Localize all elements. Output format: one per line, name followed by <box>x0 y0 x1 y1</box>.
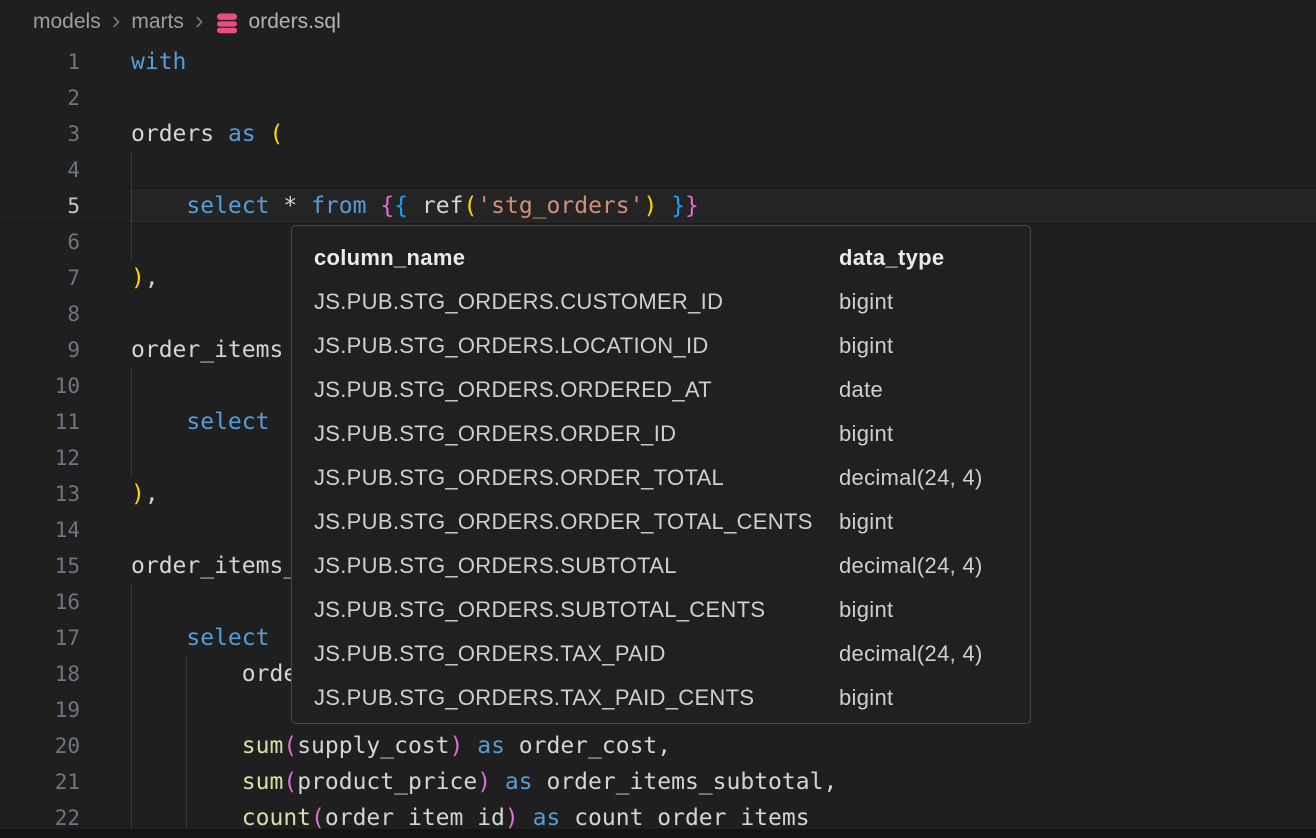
bottom-panel-edge <box>0 829 1316 838</box>
line-number: 20 <box>0 728 80 764</box>
data-type-cell: bigint <box>839 289 1020 315</box>
code-line[interactable]: 1 with <box>0 44 1316 80</box>
line-number: 1 <box>0 44 80 80</box>
hover-table-row: JS.PUB.STG_ORDERS.CUSTOMER_IDbigint <box>314 280 1020 324</box>
hover-table-header: column_name data_type <box>314 236 1020 280</box>
indent-guide-icon <box>131 404 132 440</box>
code-text: ), <box>131 476 159 512</box>
code-text: orders as ( <box>131 116 283 152</box>
line-number: 2 <box>0 80 80 116</box>
data-type-cell: date <box>839 377 1020 403</box>
indent-guide-icon <box>131 584 132 620</box>
hover-table-row: JS.PUB.STG_ORDERS.SUBTOTALdecimal(24, 4) <box>314 544 1020 588</box>
line-number: 12 <box>0 440 80 476</box>
line-number: 10 <box>0 368 80 404</box>
column-name-cell: JS.PUB.STG_ORDERS.ORDERED_AT <box>314 377 839 403</box>
indent-guide-icon <box>131 188 132 224</box>
hover-popup: column_name data_type JS.PUB.STG_ORDERS.… <box>291 225 1031 724</box>
column-name-cell: JS.PUB.STG_ORDERS.TAX_PAID <box>314 641 839 667</box>
breadcrumb: models › marts › orders.sql <box>0 0 1316 44</box>
data-type-cell: decimal(24, 4) <box>839 465 1020 491</box>
indent-guide-icon <box>186 728 187 764</box>
chevron-right-icon: › <box>195 10 204 30</box>
data-type-cell: bigint <box>839 509 1020 535</box>
hover-table-row: JS.PUB.STG_ORDERS.ORDER_TOTAL_CENTSbigin… <box>314 500 1020 544</box>
code-text: ), <box>131 260 159 296</box>
indent-guide-icon <box>131 440 132 476</box>
data-type-cell: bigint <box>839 597 1020 623</box>
code-line[interactable]: 21 sum(product_price) as order_items_sub… <box>0 764 1316 800</box>
data-type-header: data_type <box>839 245 1020 271</box>
code-line[interactable]: 3 orders as ( <box>0 116 1316 152</box>
column-name-cell: JS.PUB.STG_ORDERS.ORDER_ID <box>314 421 839 447</box>
breadcrumb-item-file[interactable]: orders.sql <box>249 10 341 34</box>
breadcrumb-item-models[interactable]: models <box>33 10 101 34</box>
column-name-cell: JS.PUB.STG_ORDERS.LOCATION_ID <box>314 333 839 359</box>
line-number: 15 <box>0 548 80 584</box>
indent-guide-icon <box>131 224 132 260</box>
line-number: 16 <box>0 584 80 620</box>
code-text: sum(supply_cost) as order_cost, <box>131 728 671 764</box>
indent-guide-icon <box>131 692 132 728</box>
indent-guide-icon <box>131 728 132 764</box>
line-number: 9 <box>0 332 80 368</box>
hover-table-row: JS.PUB.STG_ORDERS.TAX_PAIDdecimal(24, 4) <box>314 632 1020 676</box>
data-type-cell: bigint <box>839 333 1020 359</box>
column-name-cell: JS.PUB.STG_ORDERS.ORDER_TOTAL_CENTS <box>314 509 839 535</box>
hover-table-row: JS.PUB.STG_ORDERS.TAX_PAID_CENTSbigint <box>314 676 1020 720</box>
column-name-cell: JS.PUB.STG_ORDERS.SUBTOTAL_CENTS <box>314 597 839 623</box>
column-name-cell: JS.PUB.STG_ORDERS.ORDER_TOTAL <box>314 465 839 491</box>
database-icon <box>215 11 239 35</box>
line-number: 17 <box>0 620 80 656</box>
code-text: with <box>131 44 186 80</box>
chevron-right-icon: › <box>112 10 121 30</box>
line-number: 7 <box>0 260 80 296</box>
hover-table-row: JS.PUB.STG_ORDERS.ORDERED_ATdate <box>314 368 1020 412</box>
line-number: 14 <box>0 512 80 548</box>
line-number: 11 <box>0 404 80 440</box>
column-name-cell: JS.PUB.STG_ORDERS.CUSTOMER_ID <box>314 289 839 315</box>
column-name-header: column_name <box>314 245 839 271</box>
line-number: 21 <box>0 764 80 800</box>
code-text: select <box>131 620 269 656</box>
hover-table-row: JS.PUB.STG_ORDERS.SUBTOTAL_CENTSbigint <box>314 588 1020 632</box>
line-number: 6 <box>0 224 80 260</box>
code-text: select <box>131 404 269 440</box>
code-text: sum(product_price) as order_items_subtot… <box>131 764 837 800</box>
editor-window: models › marts › orders.sql 1 with 23 order… <box>0 0 1316 838</box>
hover-table-body: JS.PUB.STG_ORDERS.CUSTOMER_IDbigintJS.PU… <box>314 280 1020 720</box>
data-type-cell: decimal(24, 4) <box>839 641 1020 667</box>
indent-guide-icon <box>131 368 132 404</box>
indent-guide-icon <box>131 620 132 656</box>
line-number: 19 <box>0 692 80 728</box>
line-number: 18 <box>0 656 80 692</box>
code-line[interactable]: 4 <box>0 152 1316 188</box>
line-number: 3 <box>0 116 80 152</box>
data-type-cell: decimal(24, 4) <box>839 553 1020 579</box>
line-number: 5 <box>0 188 80 224</box>
code-text: select * from {{ ref('stg_orders') }} <box>131 188 699 224</box>
indent-guide-icon <box>186 656 187 692</box>
column-name-cell: JS.PUB.STG_ORDERS.SUBTOTAL <box>314 553 839 579</box>
indent-guide-icon <box>186 764 187 800</box>
hover-table-row: JS.PUB.STG_ORDERS.ORDER_TOTALdecimal(24,… <box>314 456 1020 500</box>
line-number: 8 <box>0 296 80 332</box>
code-line[interactable]: 20 sum(supply_cost) as order_cost, <box>0 728 1316 764</box>
column-name-cell: JS.PUB.STG_ORDERS.TAX_PAID_CENTS <box>314 685 839 711</box>
indent-guide-icon <box>186 692 187 728</box>
data-type-cell: bigint <box>839 685 1020 711</box>
indent-guide-icon <box>131 764 132 800</box>
line-number: 13 <box>0 476 80 512</box>
hover-table-row: JS.PUB.STG_ORDERS.LOCATION_IDbigint <box>314 324 1020 368</box>
code-line[interactable]: 5 select * from {{ ref('stg_orders') }} <box>0 188 1316 224</box>
line-number: 4 <box>0 152 80 188</box>
hover-table-row: JS.PUB.STG_ORDERS.ORDER_IDbigint <box>314 412 1020 456</box>
breadcrumb-item-marts[interactable]: marts <box>131 10 184 34</box>
indent-guide-icon <box>131 656 132 692</box>
data-type-cell: bigint <box>839 421 1020 447</box>
indent-guide-icon <box>131 152 132 188</box>
code-line[interactable]: 2 <box>0 80 1316 116</box>
